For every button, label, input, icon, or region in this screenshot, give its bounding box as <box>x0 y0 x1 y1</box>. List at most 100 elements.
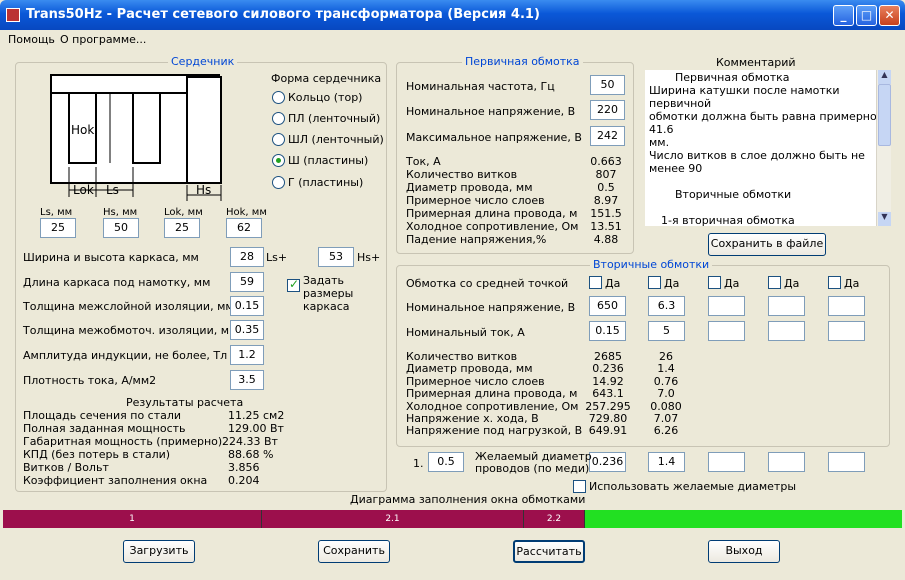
scroll-down-icon[interactable]: ▼ <box>878 212 891 226</box>
result-value: 224.33 Вт <box>222 435 278 448</box>
input-hs[interactable]: 50 <box>103 218 139 238</box>
shape-title: Форма сердечника <box>271 72 382 85</box>
center-tap-checkbox-4[interactable] <box>768 276 781 289</box>
set-frame-checkbox[interactable]: ✓ <box>287 277 300 292</box>
dim-label-lok: Lok, мм <box>164 207 203 218</box>
desired-diameter-input-5[interactable] <box>828 452 865 472</box>
comment-line: Вторичные обмотки <box>675 188 792 201</box>
app-icon <box>6 8 20 22</box>
desired-diameter-input-1[interactable]: 0.236 <box>589 452 626 472</box>
param-input[interactable]: 59 <box>230 272 264 292</box>
secondary-group-title: Вторичные обмотки <box>590 258 713 271</box>
center-tap-checkbox-3[interactable] <box>708 276 721 289</box>
primary-row-value: 151.5 <box>590 207 622 220</box>
radio-shape-label: Г (пластины) <box>288 176 364 189</box>
comment-memo[interactable]: Первичная обмотка Ширина катушки после на… <box>645 70 891 226</box>
secondary-current-input-1[interactable]: 0.15 <box>589 321 626 341</box>
center-tap-checkbox-1[interactable] <box>589 276 602 289</box>
radio-shape-4[interactable] <box>272 176 285 189</box>
desired-prefix: 1. <box>413 457 424 470</box>
calculate-button[interactable]: Рассчитать <box>513 540 585 563</box>
param-input[interactable]: 28 <box>230 247 264 267</box>
input-hok[interactable]: 62 <box>226 218 262 238</box>
comment-title: Комментарий <box>716 56 796 69</box>
primary-input[interactable]: 220 <box>590 100 625 120</box>
input-ls[interactable]: 25 <box>40 218 76 238</box>
secondary-row-label: Количество витков <box>406 350 518 363</box>
center-tap-checkbox-2[interactable] <box>648 276 661 289</box>
radio-shape-0[interactable] <box>272 91 285 104</box>
param-label: Амплитуда индукции, не более, Тл <box>23 349 228 362</box>
secondary-voltage-input-3[interactable] <box>708 296 745 316</box>
secondary-col1-value: 649.91 <box>588 424 628 438</box>
primary-row-value: 13.51 <box>590 220 622 233</box>
result-label: Коэффициент заполнения окна <box>23 474 208 487</box>
secondary-current-input-2[interactable]: 5 <box>648 321 685 341</box>
secondary-row-label: Диаметр провода, мм <box>406 362 533 376</box>
radio-shape-3[interactable] <box>272 154 285 167</box>
desired-diameter-input-3[interactable] <box>708 452 745 472</box>
exit-button[interactable]: Выход <box>708 540 780 563</box>
secondary-current-input-5[interactable] <box>828 321 865 341</box>
param-input[interactable]: 0.15 <box>230 296 264 316</box>
dim-label-hok: Hok, мм <box>226 207 267 218</box>
primary-row-value: 0.663 <box>590 155 622 168</box>
result-value: 129.00 Вт <box>228 422 284 435</box>
secondary-current-input-3[interactable] <box>708 321 745 341</box>
secondary-voltage-input-5[interactable] <box>828 296 865 316</box>
result-value: 0.204 <box>228 474 260 487</box>
desired-diameter-input-4[interactable] <box>768 452 805 472</box>
result-label: Площадь сечения по стали <box>23 409 182 422</box>
primary-input[interactable]: 242 <box>590 126 625 146</box>
scroll-thumb[interactable] <box>878 84 891 146</box>
comment-line: менее 90 <box>649 162 703 175</box>
diagram-segment-label: 2.1 <box>385 514 400 524</box>
result-label: Габаритная мощность (примерно) <box>23 435 223 448</box>
minimize-button[interactable]: _ <box>833 5 854 26</box>
desired-primary-input[interactable]: 0.5 <box>428 452 464 472</box>
save-button[interactable]: Сохранить <box>318 540 390 563</box>
window-title: Trans50Hz - Расчет сетевого силового тра… <box>26 7 540 22</box>
close-button[interactable]: ✕ <box>879 5 900 26</box>
radio-shape-2[interactable] <box>272 133 285 146</box>
primary-input[interactable]: 50 <box>590 75 625 95</box>
scroll-up-icon[interactable]: ▲ <box>878 70 891 84</box>
diagram-segment-1: 1 <box>3 510 262 528</box>
secondary-voltage-input-1[interactable]: 650 <box>589 296 626 316</box>
save-to-file-button[interactable]: Сохранить в файле <box>708 233 826 256</box>
primary-row-label: Ток, А <box>406 155 441 168</box>
radio-shape-label: ШЛ (ленточный) <box>288 133 384 146</box>
load-button[interactable]: Загрузить <box>123 540 195 563</box>
input-lok[interactable]: 25 <box>164 218 200 238</box>
comment-scrollbar[interactable]: ▲ ▼ <box>876 70 891 226</box>
primary-group-title: Первичная обмотка <box>462 55 583 68</box>
label-ls: Ls <box>106 183 119 197</box>
secondary-voltage-input-2[interactable]: 6.3 <box>648 296 685 316</box>
param-input[interactable]: 0.35 <box>230 320 264 340</box>
primary-row-value: 8.97 <box>593 194 619 207</box>
param-label: Длина каркаса под намотку, мм <box>23 276 211 289</box>
result-value: 3.856 <box>228 461 260 474</box>
secondary-col2-value: 1.4 <box>657 362 675 376</box>
use-desired-checkbox[interactable] <box>573 480 586 493</box>
secondary-col1-value: 643.1 <box>592 387 624 401</box>
secondary-col1-value: 729.80 <box>588 412 628 425</box>
desired-diameter-input-2[interactable]: 1.4 <box>648 452 685 472</box>
hs-input[interactable]: 53 <box>318 247 354 267</box>
secondary-voltage-input-4[interactable] <box>768 296 805 316</box>
radio-shape-1[interactable] <box>272 112 285 125</box>
param-input[interactable]: 3.5 <box>230 370 264 390</box>
result-value: 88.68 % <box>228 448 274 461</box>
secondary-row-label: Примерное число слоев <box>406 374 545 388</box>
comment-line: Первичная обмотка <box>675 71 790 84</box>
param-input[interactable]: 1.2 <box>230 345 264 365</box>
hs-plus-label: Hs+ <box>357 251 381 264</box>
secondary-current-input-4[interactable] <box>768 321 805 341</box>
comment-line: мм. <box>649 136 670 149</box>
center-tap-checkbox-5[interactable] <box>828 276 841 289</box>
secondary-col2-value: 0.080 <box>650 399 682 413</box>
menu-help[interactable]: Помощь <box>8 33 55 46</box>
menu-about[interactable]: О программе... <box>60 33 146 46</box>
maximize-button[interactable]: □ <box>856 5 877 26</box>
result-value: 11.25 см2 <box>228 409 285 422</box>
